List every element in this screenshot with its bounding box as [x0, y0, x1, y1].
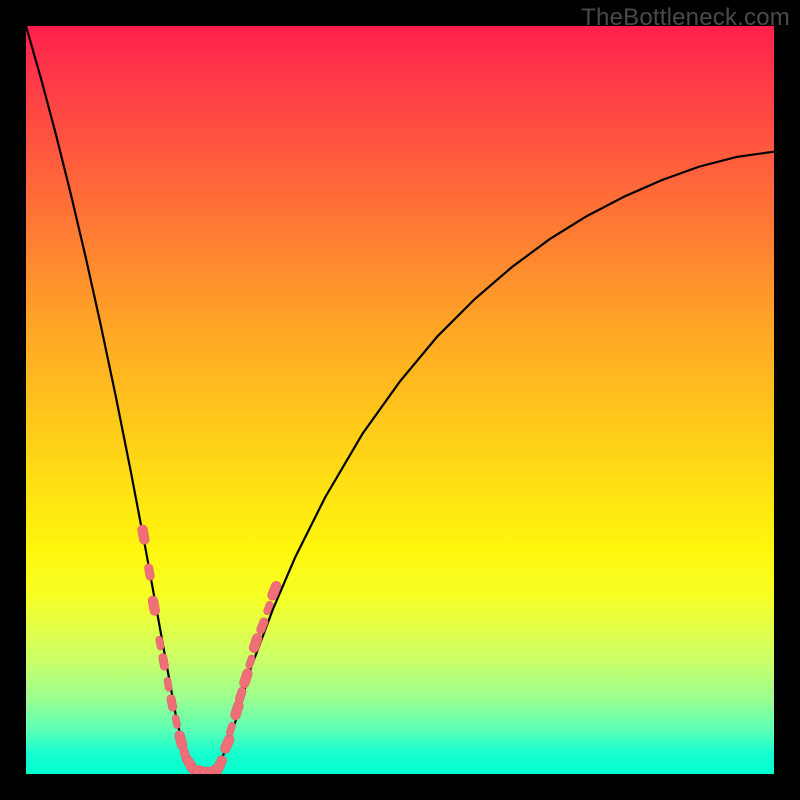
chart-frame: TheBottleneck.com: [0, 0, 800, 800]
gradient-background: [26, 26, 774, 774]
plot-area: [26, 26, 774, 774]
